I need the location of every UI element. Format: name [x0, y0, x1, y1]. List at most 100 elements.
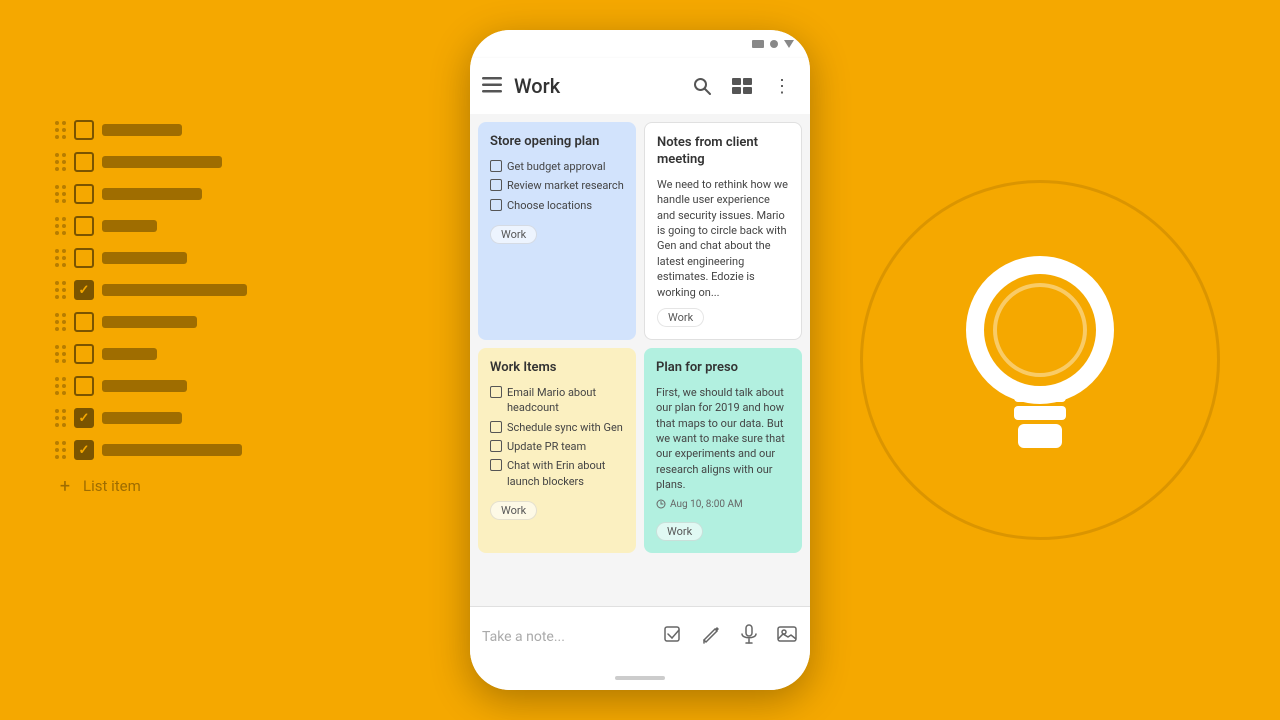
checkbox[interactable]	[74, 216, 94, 236]
search-button[interactable]	[686, 70, 718, 102]
note-tag[interactable]: Work	[656, 522, 703, 541]
bottom-bar: Take a note...	[470, 606, 810, 666]
item-checkbox[interactable]	[490, 386, 502, 398]
home-bar-pill	[615, 676, 665, 680]
note-title: Notes from client meeting	[657, 135, 789, 169]
drag-handle[interactable]	[55, 217, 66, 235]
status-bar	[470, 30, 810, 58]
note-checklist-item: Chat with Erin about launch blockers	[490, 458, 624, 489]
notes-grid: Store opening plan Get budget approval R…	[470, 114, 810, 606]
checkbox[interactable]	[74, 120, 94, 140]
note-checklist-item: Email Mario about headcount	[490, 385, 624, 416]
note-checklist-item: Choose locations	[490, 198, 624, 213]
left-checklist: + List item	[55, 120, 247, 496]
item-bar	[102, 124, 182, 136]
image-icon[interactable]	[776, 623, 798, 650]
timestamp-text: Aug 10, 8:00 AM	[670, 499, 743, 510]
item-bar	[102, 188, 202, 200]
layout-button[interactable]	[726, 70, 758, 102]
item-bar	[102, 348, 157, 360]
drag-handle[interactable]	[55, 441, 66, 459]
item-text: Review market research	[507, 178, 624, 193]
drag-handle[interactable]	[55, 121, 66, 139]
checkbox[interactable]	[74, 312, 94, 332]
list-item	[55, 440, 247, 460]
item-checkbox[interactable]	[490, 459, 502, 471]
item-text: Update PR team	[507, 439, 586, 454]
list-item	[55, 344, 247, 364]
list-item	[55, 408, 247, 428]
item-bar	[102, 412, 182, 424]
item-text: Chat with Erin about launch blockers	[507, 458, 624, 489]
item-checkbox[interactable]	[490, 440, 502, 452]
signal-icon	[770, 40, 778, 48]
note-tag[interactable]: Work	[657, 308, 704, 327]
drag-handle[interactable]	[55, 345, 66, 363]
list-item	[55, 184, 247, 204]
item-bar	[102, 156, 222, 168]
note-timestamp: Aug 10, 8:00 AM	[656, 499, 790, 510]
note-store-opening[interactable]: Store opening plan Get budget approval R…	[478, 122, 636, 340]
list-item	[55, 120, 247, 140]
note-tag[interactable]: Work	[490, 225, 537, 244]
checkbox-checked[interactable]	[74, 280, 94, 300]
menu-icon[interactable]	[482, 74, 502, 98]
checkbox[interactable]	[74, 152, 94, 172]
item-checkbox[interactable]	[490, 199, 502, 211]
item-checkbox[interactable]	[490, 160, 502, 172]
checkbox[interactable]	[74, 248, 94, 268]
list-item	[55, 216, 247, 236]
draw-icon[interactable]	[700, 623, 722, 650]
checkbox[interactable]	[74, 184, 94, 204]
list-item	[55, 376, 247, 396]
item-checkbox[interactable]	[490, 179, 502, 191]
note-body: We need to rethink how we handle user ex…	[657, 177, 789, 300]
item-bar	[102, 284, 247, 296]
note-checklist-item: Review market research	[490, 178, 624, 193]
checkbox-checked[interactable]	[74, 408, 94, 428]
note-tag[interactable]: Work	[490, 501, 537, 520]
drag-handle[interactable]	[55, 281, 66, 299]
list-item	[55, 280, 247, 300]
note-checklist-item: Update PR team	[490, 439, 624, 454]
item-text: Email Mario about headcount	[507, 385, 624, 416]
drag-handle[interactable]	[55, 377, 66, 395]
add-item-label: List item	[83, 477, 141, 495]
options-button[interactable]: ⋮	[766, 70, 798, 102]
item-bar	[102, 220, 157, 232]
checklist-icon[interactable]	[662, 623, 684, 650]
note-client-meeting[interactable]: Notes from client meeting We need to ret…	[644, 122, 802, 340]
note-title: Plan for preso	[656, 360, 790, 377]
note-body: First, we should talk about our plan for…	[656, 385, 790, 493]
note-title: Work Items	[490, 360, 624, 377]
drag-handle[interactable]	[55, 185, 66, 203]
checkbox[interactable]	[74, 344, 94, 364]
drag-handle[interactable]	[55, 249, 66, 267]
add-icon[interactable]: +	[55, 476, 75, 496]
add-item-row[interactable]: + List item	[55, 476, 247, 496]
note-plan-preso[interactable]: Plan for preso First, we should talk abo…	[644, 348, 802, 553]
checkbox-checked[interactable]	[74, 440, 94, 460]
item-text: Schedule sync with Gen	[507, 420, 623, 435]
clock-icon	[656, 499, 666, 509]
mic-icon[interactable]	[738, 623, 760, 650]
lightbulb-decoration	[860, 180, 1220, 540]
checkbox[interactable]	[74, 376, 94, 396]
list-item	[55, 312, 247, 332]
take-note-input[interactable]: Take a note...	[482, 629, 662, 645]
drag-handle[interactable]	[55, 409, 66, 427]
note-title: Store opening plan	[490, 134, 624, 151]
battery-icon	[752, 40, 764, 48]
drag-handle[interactable]	[55, 313, 66, 331]
item-bar	[102, 316, 197, 328]
bottom-action-icons	[662, 623, 798, 650]
item-bar	[102, 444, 242, 456]
note-work-items[interactable]: Work Items Email Mario about headcount S…	[478, 348, 636, 553]
lightbulb-icon	[940, 240, 1140, 480]
list-item	[55, 152, 247, 172]
bulb-circle	[860, 180, 1220, 540]
drag-handle[interactable]	[55, 153, 66, 171]
list-item	[55, 248, 247, 268]
note-checklist-item: Get budget approval	[490, 159, 624, 174]
item-checkbox[interactable]	[490, 421, 502, 433]
